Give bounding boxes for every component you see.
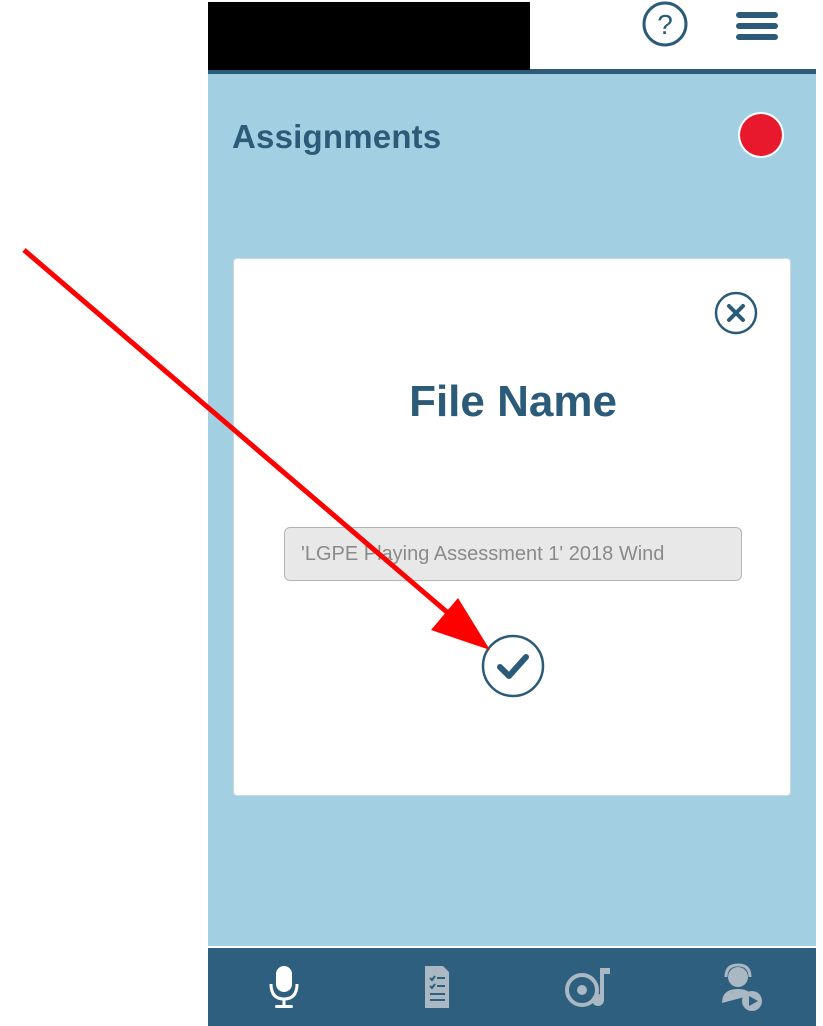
checklist-document-icon [425,966,449,1008]
microphone-icon [269,966,299,1008]
main-content: Assignments File Name [208,74,816,946]
tab-music[interactable] [512,948,664,1026]
confirm-check-icon[interactable] [480,633,546,699]
help-icon[interactable]: ? [640,0,690,50]
svg-text:?: ? [657,9,673,40]
top-bar: ? [208,0,816,74]
tab-lessons[interactable] [664,948,816,1026]
user-headset-play-icon [722,963,762,1011]
tab-record[interactable] [208,948,360,1026]
record-indicator[interactable] [740,114,782,156]
redacted-block [208,2,530,70]
tab-assignments[interactable] [360,948,512,1026]
close-icon[interactable] [712,289,760,337]
page-title: Assignments [232,118,442,155]
file-name-dialog: File Name [233,258,791,796]
dialog-title: File Name [409,377,617,426]
menu-icon[interactable] [734,6,780,46]
app-screen: ? Assignments File Name [208,0,816,1026]
file-name-input[interactable] [284,527,742,581]
bottom-nav [208,948,816,1026]
music-disc-icon [565,968,610,1007]
